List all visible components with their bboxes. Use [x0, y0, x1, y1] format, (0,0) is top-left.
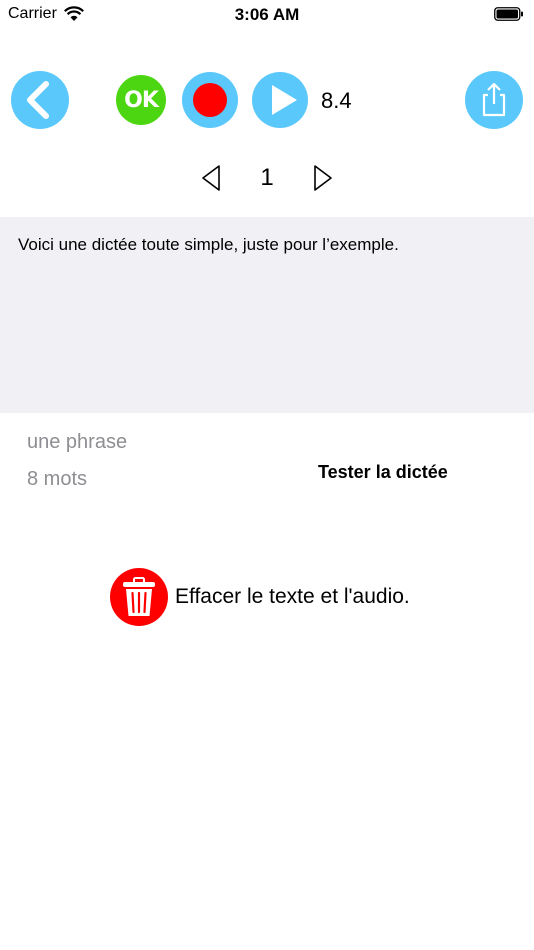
- phrase-count: une phrase: [27, 431, 128, 453]
- dictation-text-area[interactable]: Voici une dictée toute simple, juste pou…: [0, 217, 534, 413]
- dictation-text: Voici une dictée toute simple, juste pou…: [18, 235, 399, 254]
- status-time: 3:06 AM: [234, 5, 300, 24]
- erase-button[interactable]: [110, 568, 168, 626]
- trash-icon: [123, 577, 155, 616]
- status-bar: Carrier 3:06 AM: [0, 0, 534, 30]
- test-dictation-button[interactable]: Tester la dictée: [318, 462, 448, 483]
- audio-duration: 8.4: [321, 88, 352, 113]
- play-icon: [272, 85, 297, 115]
- record-icon: [193, 83, 227, 117]
- ok-label: OK: [124, 87, 159, 113]
- erase-label[interactable]: Effacer le texte et l'audio.: [175, 585, 410, 609]
- word-count: 8 mots: [27, 468, 88, 490]
- back-button[interactable]: [11, 71, 69, 129]
- battery-icon: [494, 7, 523, 21]
- play-button[interactable]: [252, 72, 308, 128]
- share-button[interactable]: [465, 71, 523, 129]
- ok-button[interactable]: OK: [116, 75, 166, 125]
- previous-page-icon[interactable]: [200, 164, 222, 192]
- share-icon: [482, 82, 506, 117]
- record-button[interactable]: [182, 72, 238, 128]
- page-number: 1: [260, 164, 274, 191]
- chevron-left-icon: [27, 81, 49, 119]
- next-page-icon[interactable]: [312, 164, 334, 192]
